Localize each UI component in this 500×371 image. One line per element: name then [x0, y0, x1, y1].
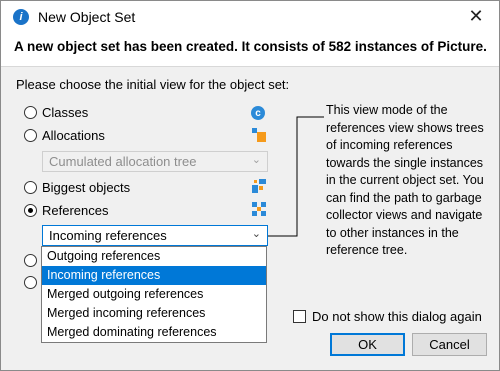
allocation-select-value: Cumulated allocation tree: [49, 154, 197, 169]
chevron-down-icon: ⌄: [251, 154, 261, 166]
radio-label: References: [42, 203, 109, 218]
info-banner: A new object set has been created. It co…: [1, 32, 499, 67]
references-view-select[interactable]: Incoming references ⌄: [42, 225, 268, 246]
close-icon[interactable]: ✕: [453, 1, 499, 32]
checkbox-label: Do not show this dialog again: [312, 309, 482, 324]
radio-hidden-option-2[interactable]: [24, 276, 37, 289]
dialog-title: New Object Set: [38, 8, 136, 25]
description-bracket: [268, 116, 324, 237]
class-c-icon: c: [251, 106, 265, 120]
prompt-text: Please choose the initial view for the o…: [16, 77, 290, 92]
radio-references[interactable]: References: [24, 203, 108, 218]
dropdown-option-selected[interactable]: Incoming references: [42, 266, 266, 285]
dropdown-option[interactable]: Merged outgoing references: [42, 285, 266, 304]
references-select-value: Incoming references: [49, 228, 167, 243]
radio-hidden-option-1[interactable]: [24, 254, 37, 267]
dropdown-option[interactable]: Merged incoming references: [42, 304, 266, 323]
radio-button[interactable]: [24, 106, 37, 119]
ok-button[interactable]: OK: [330, 333, 405, 356]
radio-button[interactable]: [24, 204, 37, 217]
radio-label: Biggest objects: [42, 180, 131, 195]
references-dropdown-list[interactable]: Outgoing references Incoming references …: [41, 246, 267, 343]
dont-show-again-checkbox[interactable]: Do not show this dialog again: [293, 309, 482, 324]
radio-button[interactable]: [24, 129, 37, 142]
references-graph-icon: [252, 202, 266, 216]
checkbox-box[interactable]: [293, 310, 306, 323]
headline-text: A new object set has been created. It co…: [14, 39, 487, 54]
biggest-objects-icon: [252, 179, 266, 193]
dropdown-option[interactable]: Outgoing references: [42, 247, 266, 266]
radio-allocations[interactable]: Allocations: [24, 128, 105, 143]
title-bar[interactable]: i New Object Set ✕: [1, 1, 499, 32]
dialog-window: i New Object Set ✕ A new object set has …: [0, 0, 500, 371]
app-info-icon: i: [13, 8, 29, 25]
radio-label: Allocations: [42, 128, 105, 143]
view-mode-description: This view mode of the references view sh…: [326, 103, 484, 257]
radio-button[interactable]: [24, 181, 37, 194]
cancel-button[interactable]: Cancel: [412, 333, 487, 356]
dropdown-option[interactable]: Merged dominating references: [42, 323, 266, 342]
radio-classes[interactable]: Classes: [24, 105, 88, 120]
allocation-view-select: Cumulated allocation tree ⌄: [42, 151, 268, 172]
allocation-tree-icon: [252, 128, 266, 142]
radio-biggest-objects[interactable]: Biggest objects: [24, 180, 130, 195]
chevron-down-icon[interactable]: ⌄: [252, 227, 261, 240]
radio-label: Classes: [42, 105, 89, 120]
